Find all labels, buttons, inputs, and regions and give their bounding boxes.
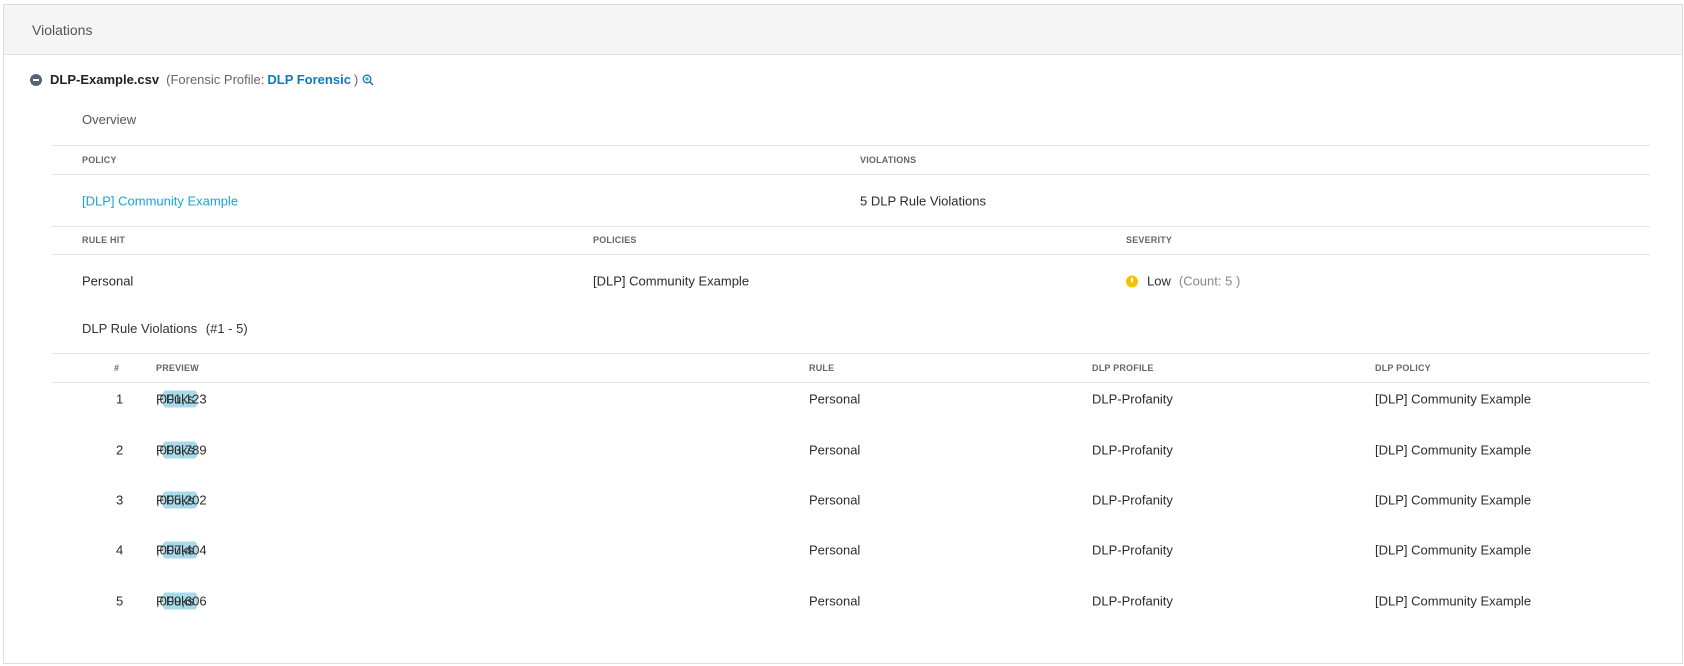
forensic-prefix: (Forensic Profile: (166, 72, 265, 87)
column-severity: SEVERITY (1126, 235, 1173, 245)
rule-summary-row: Personal [DLP] Community Example Low (Cou… (52, 256, 1650, 306)
row-number: 3 (116, 492, 124, 508)
dlp-violations-title: DLP Rule Violations (#1 - 5) (82, 321, 248, 336)
column-rule-hit: RULE HIT (82, 235, 126, 245)
overview-row: [DLP] Community Example 5 DLP Rule Viola… (52, 175, 1650, 227)
row-number: 5 (116, 593, 124, 609)
row-dlp-profile: DLP-Profanity (1092, 442, 1173, 458)
policies-value: [DLP] Community Example (593, 273, 750, 289)
table-row: 4Peter,Fuks,007,404PersonalDLP-Profanity… (52, 526, 1650, 574)
table-row: 2Peter,Fuks,003,789PersonalDLP-Profanity… (52, 426, 1650, 474)
row-dlp-policy: [DLP] Community Example (1375, 542, 1532, 558)
dlp-violations-label: DLP Rule Violations (82, 321, 198, 336)
row-dlp-policy: [DLP] Community Example (1375, 593, 1532, 609)
file-line: DLP-Example.csv (Forensic Profile: DLP F… (30, 72, 374, 87)
collapse-icon[interactable] (30, 73, 42, 86)
severity-cell: Low (Count: 5 ) (1126, 274, 1240, 289)
row-rule: Personal (809, 492, 861, 508)
row-number: 2 (116, 442, 124, 458)
preview-suffix: ,003,789 (156, 442, 207, 458)
forensic-suffix: ) (353, 72, 359, 87)
overview-title: Overview (82, 112, 137, 127)
column-dlp-policy: DLP POLICY (1375, 363, 1431, 373)
table-row: 3Peter,Fuks,005,202PersonalDLP-Profanity… (52, 476, 1650, 524)
violations-count: 5 DLP Rule Violations (860, 193, 986, 208)
row-rule: Personal (809, 391, 861, 407)
column-rule: RULE (809, 363, 835, 373)
row-rule: Personal (809, 442, 861, 458)
preview-suffix: ,005,202 (156, 492, 207, 508)
panel-header: Violations (4, 5, 1682, 55)
row-dlp-profile: DLP-Profanity (1092, 391, 1173, 407)
row-rule: Personal (809, 593, 861, 609)
row-dlp-profile: DLP-Profanity (1092, 542, 1173, 558)
forensic-profile-link[interactable]: DLP Forensic (267, 72, 351, 87)
rule-hit-value: Personal (82, 273, 134, 289)
zoom-in-icon[interactable] (362, 74, 374, 86)
row-dlp-profile: DLP-Profanity (1092, 492, 1173, 508)
row-dlp-policy: [DLP] Community Example (1375, 492, 1532, 508)
row-dlp-policy: [DLP] Community Example (1375, 391, 1532, 407)
dlp-violations-range: (#1 - 5) (205, 321, 248, 336)
severity-value: Low (1147, 273, 1171, 289)
row-number: 4 (116, 542, 124, 558)
row-rule: Personal (809, 542, 861, 558)
severity-count: (Count: 5 ) (1178, 273, 1241, 289)
column-number: # (114, 363, 120, 373)
preview-suffix: ,001,123 (156, 391, 207, 407)
overview-table-head: POLICY VIOLATIONS (52, 145, 1650, 175)
column-policy: POLICY (82, 155, 117, 165)
table-row: 1Peter,Fuks,001,123PersonalDLP-Profanity… (52, 375, 1650, 423)
column-dlp-profile: DLP PROFILE (1092, 363, 1154, 373)
row-dlp-profile: DLP-Profanity (1092, 593, 1173, 609)
file-name: DLP-Example.csv (50, 72, 160, 87)
table-row: 5Peter,Fuks,009,606PersonalDLP-Profanity… (52, 577, 1650, 625)
column-policies: POLICIES (593, 235, 637, 245)
row-dlp-policy: [DLP] Community Example (1375, 442, 1532, 458)
column-violations: VIOLATIONS (860, 155, 917, 165)
panel-title: Violations (32, 21, 93, 38)
preview-suffix: ,009,606 (156, 593, 207, 609)
column-preview: PREVIEW (156, 363, 199, 373)
severity-low-icon (1126, 275, 1138, 288)
policy-link[interactable]: [DLP] Community Example (82, 193, 238, 208)
rule-summary-head: RULE HIT POLICIES SEVERITY (52, 226, 1650, 255)
preview-suffix: ,007,404 (156, 542, 207, 558)
row-number: 1 (116, 391, 124, 407)
